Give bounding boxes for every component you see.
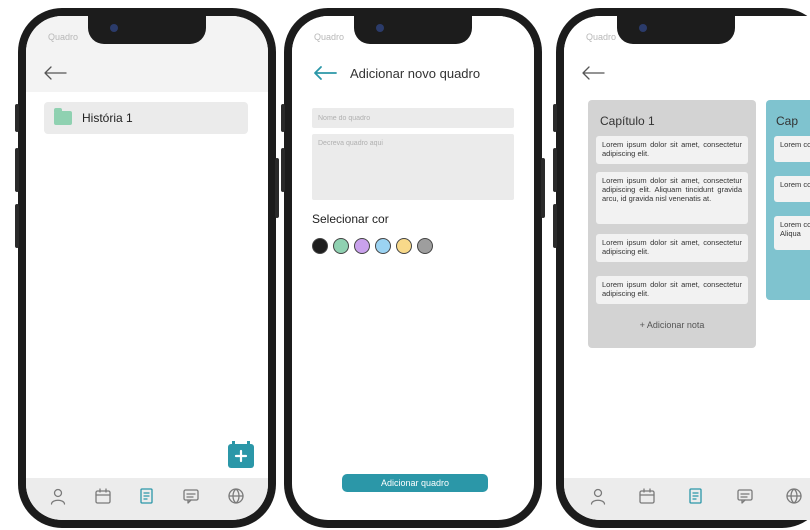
note-card[interactable]: Lorem ipsum dolor sit amet, consectetur … (596, 276, 748, 304)
side-button (15, 104, 19, 132)
power-button (541, 158, 545, 218)
camera-icon (110, 24, 118, 32)
nav-globe[interactable] (783, 485, 805, 507)
nav-person[interactable] (47, 485, 69, 507)
note-card[interactable]: Lorem ipsum dolor sit amet, consectetur … (596, 172, 748, 224)
notch (88, 16, 206, 44)
bottom-nav (26, 478, 268, 520)
top-bar: Adicionar novo quadro (292, 56, 534, 92)
calendar-icon (639, 488, 655, 504)
phone-board-list: Quadro História 1 (15, 8, 279, 528)
board-column: Cap Lorem conse Lorem cons Lorem conse A… (766, 100, 810, 300)
back-arrow-icon[interactable] (42, 62, 68, 84)
notch (616, 16, 735, 44)
board-icon (140, 488, 153, 504)
back-arrow-icon[interactable] (580, 62, 606, 84)
add-board-button[interactable] (228, 441, 254, 468)
side-button (553, 148, 557, 192)
side-button (15, 204, 19, 248)
screen: Quadro Adicionar novo quadro Selecionar … (292, 16, 534, 520)
board-column: Capítulo 1 Lorem ipsum dolor sit amet, c… (588, 100, 756, 348)
nav-calendar[interactable] (636, 485, 658, 507)
column-title: Cap (776, 114, 799, 128)
chat-icon (737, 489, 753, 504)
camera-icon (638, 24, 647, 32)
board-label: História 1 (82, 111, 133, 125)
camera-icon (376, 24, 384, 32)
nav-board[interactable] (136, 485, 158, 507)
color-swatch[interactable] (375, 238, 391, 254)
chat-icon (183, 489, 200, 504)
board-icon (689, 488, 702, 504)
nav-chat[interactable] (180, 485, 202, 507)
power-button (275, 158, 279, 218)
folder-icon (54, 108, 72, 125)
top-bar (26, 56, 268, 92)
add-board-submit-button[interactable]: Adicionar quadro (342, 474, 488, 492)
person-icon (591, 488, 606, 505)
globe-icon (228, 488, 244, 504)
select-color-label: Selecionar cor (312, 212, 389, 226)
note-card[interactable]: Lorem ipsum dolor sit amet, consectetur … (596, 136, 748, 164)
board-list-item[interactable]: História 1 (44, 102, 248, 134)
back-arrow-icon[interactable] (312, 62, 338, 84)
app-title: Quadro (586, 32, 617, 42)
note-card[interactable]: Lorem cons (774, 176, 810, 202)
person-icon (51, 488, 66, 505)
calendar-icon (94, 488, 111, 504)
screen: Quadro Capítulo 1 Lorem ipsum dolor sit … (564, 16, 810, 520)
color-swatch[interactable] (354, 238, 370, 254)
screen: Quadro História 1 (26, 16, 268, 520)
nav-calendar[interactable] (92, 485, 114, 507)
add-note-button[interactable]: + Adicionar nota (588, 320, 756, 330)
globe-icon (785, 488, 802, 504)
note-card[interactable]: Lorem conse (774, 136, 810, 162)
board-name-input[interactable] (312, 108, 514, 128)
side-button (553, 104, 557, 132)
phone-board-detail: Quadro Capítulo 1 Lorem ipsum dolor sit … (553, 8, 810, 528)
nav-person[interactable] (587, 485, 609, 507)
side-button (281, 104, 285, 132)
nav-chat[interactable] (734, 485, 756, 507)
side-button (15, 148, 19, 192)
bottom-nav (564, 478, 810, 520)
app-title: Quadro (48, 32, 79, 42)
top-bar (564, 56, 810, 92)
phone-new-board: Quadro Adicionar novo quadro Selecionar … (281, 8, 545, 528)
plus-icon (234, 449, 248, 463)
note-card[interactable]: Lorem conse Aliqua (774, 216, 810, 250)
color-swatch[interactable] (417, 238, 433, 254)
app-title: Quadro (314, 32, 345, 42)
side-button (553, 204, 557, 248)
nav-board[interactable] (685, 485, 707, 507)
nav-globe[interactable] (225, 485, 247, 507)
color-swatch[interactable] (333, 238, 349, 254)
color-swatch[interactable] (396, 238, 412, 254)
notch (354, 16, 472, 44)
side-button (281, 148, 285, 192)
note-card[interactable]: Lorem ipsum dolor sit amet, consectetur … (596, 234, 748, 262)
column-title: Capítulo 1 (600, 114, 655, 128)
color-swatch[interactable] (312, 238, 328, 254)
page-title: Adicionar novo quadro (350, 66, 481, 81)
board-description-input[interactable] (312, 134, 514, 200)
color-swatches (312, 238, 433, 254)
